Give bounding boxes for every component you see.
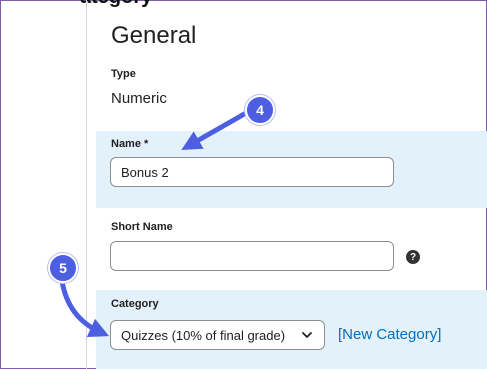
cut-off-heading: ategory (80, 0, 152, 9)
type-label: Type (111, 68, 136, 80)
category-selected-value: Quizzes (10% of final grade) (121, 327, 286, 343)
name-label: Name * (111, 138, 149, 150)
callout-badge-4: 4 (245, 95, 275, 125)
name-input[interactable] (110, 157, 394, 187)
short-name-input[interactable] (110, 241, 394, 271)
question-circle-icon[interactable]: ? (406, 250, 420, 264)
category-select[interactable]: Quizzes (10% of final grade) (110, 320, 325, 350)
chevron-down-icon (302, 332, 312, 338)
left-divider (86, 0, 87, 369)
callout-badge-5: 5 (48, 253, 78, 283)
section-title: General (111, 22, 197, 49)
new-category-link[interactable]: [New Category] (338, 326, 441, 343)
short-name-label: Short Name (111, 221, 173, 233)
category-label: Category (111, 298, 159, 310)
type-value: Numeric (111, 90, 167, 107)
